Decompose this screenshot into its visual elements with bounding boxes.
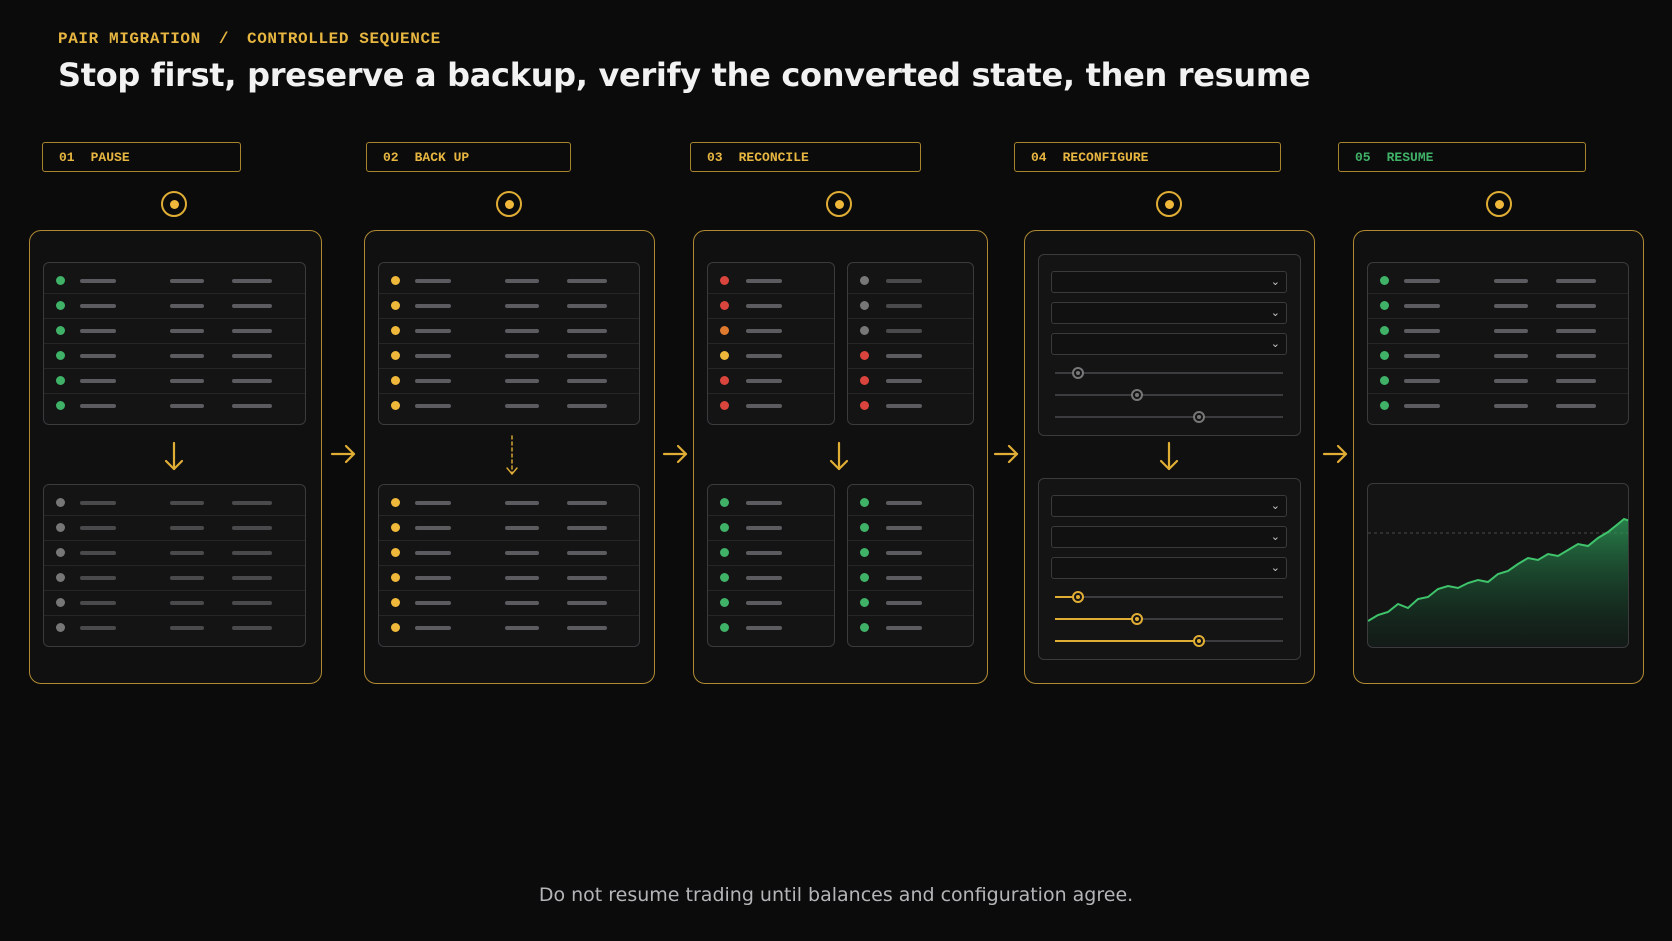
footer-note: Do not resume trading until balances and… [538,884,1134,906]
arrow-down-icon [164,441,184,471]
arrow-right-icon [1322,444,1348,464]
arrow-right-icon [330,444,356,464]
arrow-down-icon [1159,441,1179,471]
flow-arrows [164,435,1348,475]
arrow-right-icon [662,444,688,464]
arrow-right-icon [993,444,1019,464]
arrow-down-icon [829,441,849,471]
arrow-down-icon [506,435,518,475]
